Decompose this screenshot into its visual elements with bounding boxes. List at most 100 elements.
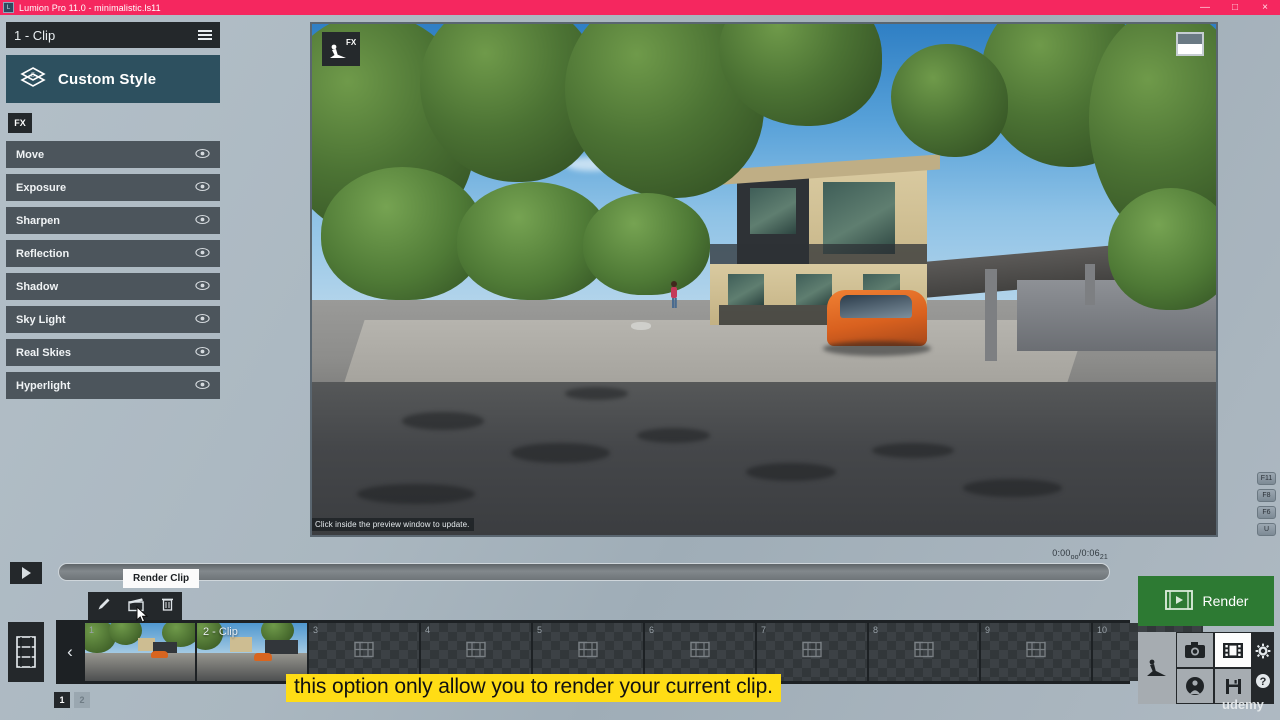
shortcut-f6[interactable]: F6: [1257, 506, 1276, 519]
filmstrip-prev-button[interactable]: ‹: [56, 620, 84, 684]
clip-header[interactable]: 1 - Clip: [6, 22, 220, 48]
car-shadow: [822, 340, 932, 357]
carport-post: [1084, 264, 1095, 306]
svg-text:?: ?: [1260, 676, 1267, 688]
clip-number: 3: [313, 625, 319, 635]
mode-side-buttons: ?: [1252, 632, 1274, 704]
effect-item-sky-light[interactable]: Sky Light: [6, 306, 220, 333]
total-frames: 21: [1099, 553, 1108, 561]
empty-clip-icon: [913, 641, 935, 664]
shortcut-f11[interactable]: F11: [1257, 472, 1276, 485]
effects-list: Move Exposure Sharpen Reflection Shadow …: [6, 141, 220, 405]
panorama-mode-button[interactable]: [1176, 668, 1214, 704]
clip-item-9[interactable]: 9: [981, 623, 1091, 681]
window-title: Lumion Pro 11.0 - minimalistic.ls11: [19, 2, 161, 13]
custom-style-label: Custom Style: [58, 70, 157, 88]
total-time: 0:06: [1081, 548, 1100, 558]
pencil-icon[interactable]: [96, 596, 112, 617]
svg-text:S: S: [31, 71, 35, 79]
person-walking: [668, 280, 680, 315]
build-mode-button[interactable]: [1138, 632, 1176, 704]
trash-icon[interactable]: [160, 596, 175, 617]
gear-icon[interactable]: [1255, 643, 1271, 664]
render-button[interactable]: Render: [1138, 576, 1274, 626]
clip-item-1[interactable]: 1: [85, 623, 195, 681]
timeline-scrubber[interactable]: [58, 563, 1110, 581]
timecode-display: 0:00oo/0:0621: [1052, 548, 1108, 561]
effect-label: Sky Light: [16, 313, 66, 326]
clip-number: 1: [89, 625, 95, 635]
fx-tab[interactable]: FX: [8, 113, 32, 133]
minimize-button[interactable]: —: [1190, 0, 1220, 15]
render-button-label: Render: [1202, 593, 1249, 609]
window-title-bar: L Lumion Pro 11.0 - minimalistic.ls11 — …: [0, 0, 1280, 15]
current-frames: oo: [1070, 553, 1079, 561]
clip-item-6[interactable]: 6: [645, 623, 755, 681]
clip-label: 2 - Clip: [203, 626, 238, 638]
hamburger-icon[interactable]: [198, 30, 212, 40]
page-button-2[interactable]: 2: [74, 692, 90, 708]
effect-item-shadow[interactable]: Shadow: [6, 273, 220, 300]
eye-icon[interactable]: [195, 346, 210, 360]
play-button[interactable]: [10, 562, 42, 584]
eye-icon[interactable]: [195, 148, 210, 162]
empty-clip-icon: [465, 641, 487, 664]
clip-action-toolbar: [88, 592, 182, 620]
effect-item-exposure[interactable]: Exposure: [6, 174, 220, 201]
house-window: [795, 274, 832, 306]
clip-number: 9: [985, 625, 991, 635]
udemy-watermark: udemy: [1222, 697, 1264, 712]
clip-item-8[interactable]: 8: [869, 623, 979, 681]
house-window: [750, 187, 796, 234]
empty-clip-icon: [353, 641, 375, 664]
shortcut-f8[interactable]: F8: [1257, 489, 1276, 502]
render-preview-toggle-icon[interactable]: [1176, 32, 1204, 56]
clip-thumbnail: [85, 623, 195, 681]
eye-icon[interactable]: [195, 313, 210, 327]
film-strip-icon[interactable]: [8, 622, 44, 682]
eye-icon[interactable]: [195, 247, 210, 261]
effect-label: Exposure: [16, 181, 67, 194]
svg-text:FX: FX: [346, 38, 356, 47]
preview-viewport[interactable]: FX Click inside the preview window to up…: [310, 22, 1218, 537]
tree-shadow: [565, 386, 629, 400]
house-window: [727, 274, 764, 306]
clip-header-label: 1 - Clip: [14, 27, 56, 43]
effect-item-reflection[interactable]: Reflection: [6, 240, 220, 267]
mode-grid: [1176, 632, 1252, 704]
clip-item-5[interactable]: 5: [533, 623, 643, 681]
bush: [583, 192, 710, 295]
effect-label: Real Skies: [16, 346, 72, 359]
eye-icon[interactable]: [195, 379, 210, 393]
effect-item-move[interactable]: Move: [6, 141, 220, 168]
movie-mode-button[interactable]: [1214, 632, 1252, 668]
custom-style-button[interactable]: S Custom Style: [6, 55, 220, 103]
question-mark-icon[interactable]: ?: [1255, 673, 1271, 694]
tree-shadow: [962, 478, 1063, 497]
effect-label: Sharpen: [16, 214, 61, 227]
play-icon: [21, 567, 31, 579]
photo-mode-button[interactable]: [1176, 632, 1214, 668]
clip-item-2[interactable]: 2 - Clip: [197, 623, 307, 681]
filmstrip-pager: 1 2: [54, 692, 90, 708]
tree-shadow: [357, 483, 475, 505]
mouse-cursor-icon: [136, 605, 149, 629]
effect-label: Move: [16, 148, 45, 161]
fx-overlay-badge[interactable]: FX: [322, 32, 360, 66]
clip-item-4[interactable]: 4: [421, 623, 531, 681]
clip-item-3[interactable]: 3: [309, 623, 419, 681]
page-button-1[interactable]: 1: [54, 692, 70, 708]
shortcut-u[interactable]: U: [1257, 523, 1276, 536]
clip-item-7[interactable]: 7: [757, 623, 867, 681]
eye-icon[interactable]: [195, 214, 210, 228]
maximize-button[interactable]: □: [1220, 0, 1250, 15]
eye-icon[interactable]: [195, 181, 210, 195]
clip-number: 4: [425, 625, 431, 635]
layers-style-icon: S: [20, 65, 46, 94]
empty-clip-icon: [689, 641, 711, 664]
effect-item-hyperlight[interactable]: Hyperlight: [6, 372, 220, 399]
effect-item-sharpen[interactable]: Sharpen: [6, 207, 220, 234]
close-button[interactable]: ×: [1250, 0, 1280, 15]
effect-item-real-skies[interactable]: Real Skies: [6, 339, 220, 366]
eye-icon[interactable]: [195, 280, 210, 294]
